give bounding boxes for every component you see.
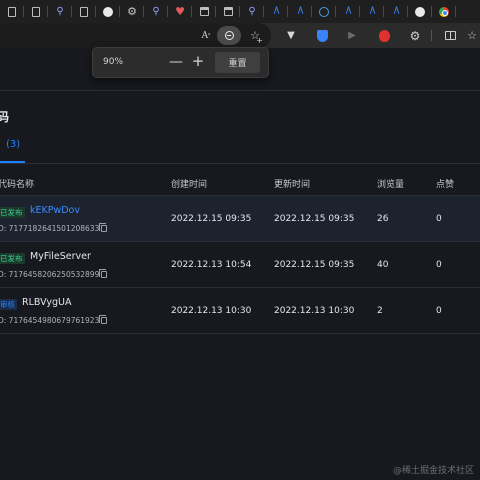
gear-icon: ⚙	[127, 5, 137, 18]
watermark: @稀土掘金技术社区	[392, 466, 474, 476]
m-logo-icon: /\	[393, 6, 400, 16]
created-time: 2022.12.15 09:35	[171, 214, 252, 224]
status-badge: 已发布	[0, 253, 25, 264]
tab-document-2[interactable]	[24, 0, 48, 23]
zoom-button[interactable]	[217, 26, 241, 45]
tab-document-1[interactable]	[0, 0, 24, 23]
chrome-icon	[439, 6, 449, 17]
tab-search-2[interactable]: ⚲	[144, 0, 168, 23]
divider	[0, 90, 480, 91]
like-count: 0	[436, 214, 442, 224]
document-icon	[8, 6, 16, 17]
tab-m-2[interactable]: /\	[288, 0, 312, 23]
table-row[interactable]: 已发布 kEKPwDov D: 7177182641501208633 2022…	[0, 196, 480, 242]
updated-time: 2022.12.13 10:30	[274, 306, 355, 316]
column-header-likes: 点赞	[436, 180, 455, 190]
tab-calendar-1[interactable]	[192, 0, 216, 23]
shield-extension-icon[interactable]	[312, 27, 332, 44]
zoom-out-icon	[224, 31, 234, 40]
divider	[0, 163, 480, 164]
tab-m-1[interactable]: /\	[264, 0, 288, 23]
toolbar-divider	[431, 30, 432, 41]
table-row[interactable]: 已发布 MyFileServer D: 7176458206250532899 …	[0, 242, 480, 288]
m-logo-icon: /\	[297, 6, 304, 16]
tab-github-1[interactable]	[96, 0, 120, 23]
search-icon: ⚲	[152, 5, 160, 17]
status-badge: 审核	[0, 299, 17, 310]
code-name-link[interactable]: RLBVygUA	[22, 297, 71, 308]
page-title: 码	[0, 110, 10, 124]
column-header-views: 浏览量	[377, 180, 405, 190]
tab-search-3[interactable]: ⚲	[240, 0, 264, 23]
m-logo-icon: /\	[369, 6, 376, 16]
github-icon	[103, 6, 113, 17]
m-logo-icon: /\	[273, 6, 280, 16]
like-count: 0	[436, 306, 442, 316]
read-aloud-icon[interactable]: Aᵃ	[196, 27, 216, 44]
search-icon: ⚲	[248, 5, 256, 17]
calendar-icon	[223, 7, 233, 16]
extensions-icon[interactable]: ⚙	[405, 27, 425, 44]
github-icon	[415, 6, 425, 17]
browser-tab-strip: ⚲ ⚙ ⚲ ♥ ⚲ /\ /\ /\ /\ /\	[0, 0, 480, 23]
red-extension-icon[interactable]	[374, 27, 394, 44]
like-count: 0	[436, 260, 442, 270]
tab-m-4[interactable]: /\	[360, 0, 384, 23]
column-header-name: 代码名称	[0, 180, 35, 190]
view-count: 2	[377, 306, 383, 316]
code-name-link[interactable]: MyFileServer	[30, 251, 91, 262]
document-icon	[32, 6, 40, 17]
m-logo-icon: /\	[345, 6, 352, 16]
zoom-out-button[interactable]: —	[169, 53, 183, 71]
column-header-updated: 更新时间	[274, 180, 311, 190]
code-id: D: 7176454980679761923	[0, 316, 100, 325]
zoom-reset-button[interactable]: 重置	[215, 52, 260, 73]
star-icon: ☆ +	[250, 29, 263, 45]
split-screen-icon[interactable]	[440, 27, 460, 44]
code-id: D: 7176458206250532899	[0, 270, 100, 279]
zoom-level: 90%	[103, 57, 124, 67]
globe-icon	[319, 6, 329, 17]
tab-heart[interactable]: ♥	[168, 0, 192, 23]
table-row[interactable]: 审核 RLBVygUA D: 7176454980679761923 2022.…	[0, 288, 480, 334]
updated-time: 2022.12.15 09:35	[274, 260, 355, 270]
tab-document-3[interactable]	[72, 0, 96, 23]
tab-chrome[interactable]	[432, 0, 456, 23]
search-icon: ⚲	[56, 5, 64, 17]
tab-github-2[interactable]	[408, 0, 432, 23]
tab-globe[interactable]	[312, 0, 336, 23]
extension-triangle-icon[interactable]: ▼	[281, 27, 301, 44]
created-time: 2022.12.13 10:54	[171, 260, 252, 270]
document-icon	[80, 6, 88, 17]
code-name-link[interactable]: kEKPwDov	[30, 205, 80, 216]
column-header-created: 创建时间	[171, 180, 208, 190]
copy-icon[interactable]	[99, 269, 107, 278]
add-favorite-button[interactable]: ☆ +	[245, 27, 265, 45]
zoom-in-button[interactable]: +	[191, 52, 205, 70]
zoom-popup: 90% — + 重置	[92, 47, 269, 78]
calendar-icon	[199, 7, 209, 16]
tab-search-1[interactable]: ⚲	[48, 0, 72, 23]
tab-code-list[interactable]: (3)	[6, 139, 20, 150]
tab-m-5[interactable]: /\	[384, 0, 408, 23]
favorites-icon[interactable]: ☆	[462, 27, 480, 44]
created-time: 2022.12.13 10:30	[171, 306, 252, 316]
view-count: 40	[377, 260, 389, 270]
tab-calendar-2[interactable]	[216, 0, 240, 23]
updated-time: 2022.12.15 09:35	[274, 214, 355, 224]
code-id: D: 7177182641501208633	[0, 224, 100, 233]
tab-settings[interactable]: ⚙	[120, 0, 144, 23]
tab-m-3[interactable]: /\	[336, 0, 360, 23]
view-count: 26	[377, 214, 389, 224]
status-badge: 已发布	[0, 207, 25, 218]
heart-icon: ♥	[175, 5, 185, 18]
play-extension-icon[interactable]: ▶	[342, 27, 362, 44]
copy-icon[interactable]	[99, 315, 107, 324]
browser-toolbar: Aᵃ ☆ + ▼ ▶ ⚙ ☆	[0, 23, 480, 48]
copy-icon[interactable]	[99, 223, 107, 232]
